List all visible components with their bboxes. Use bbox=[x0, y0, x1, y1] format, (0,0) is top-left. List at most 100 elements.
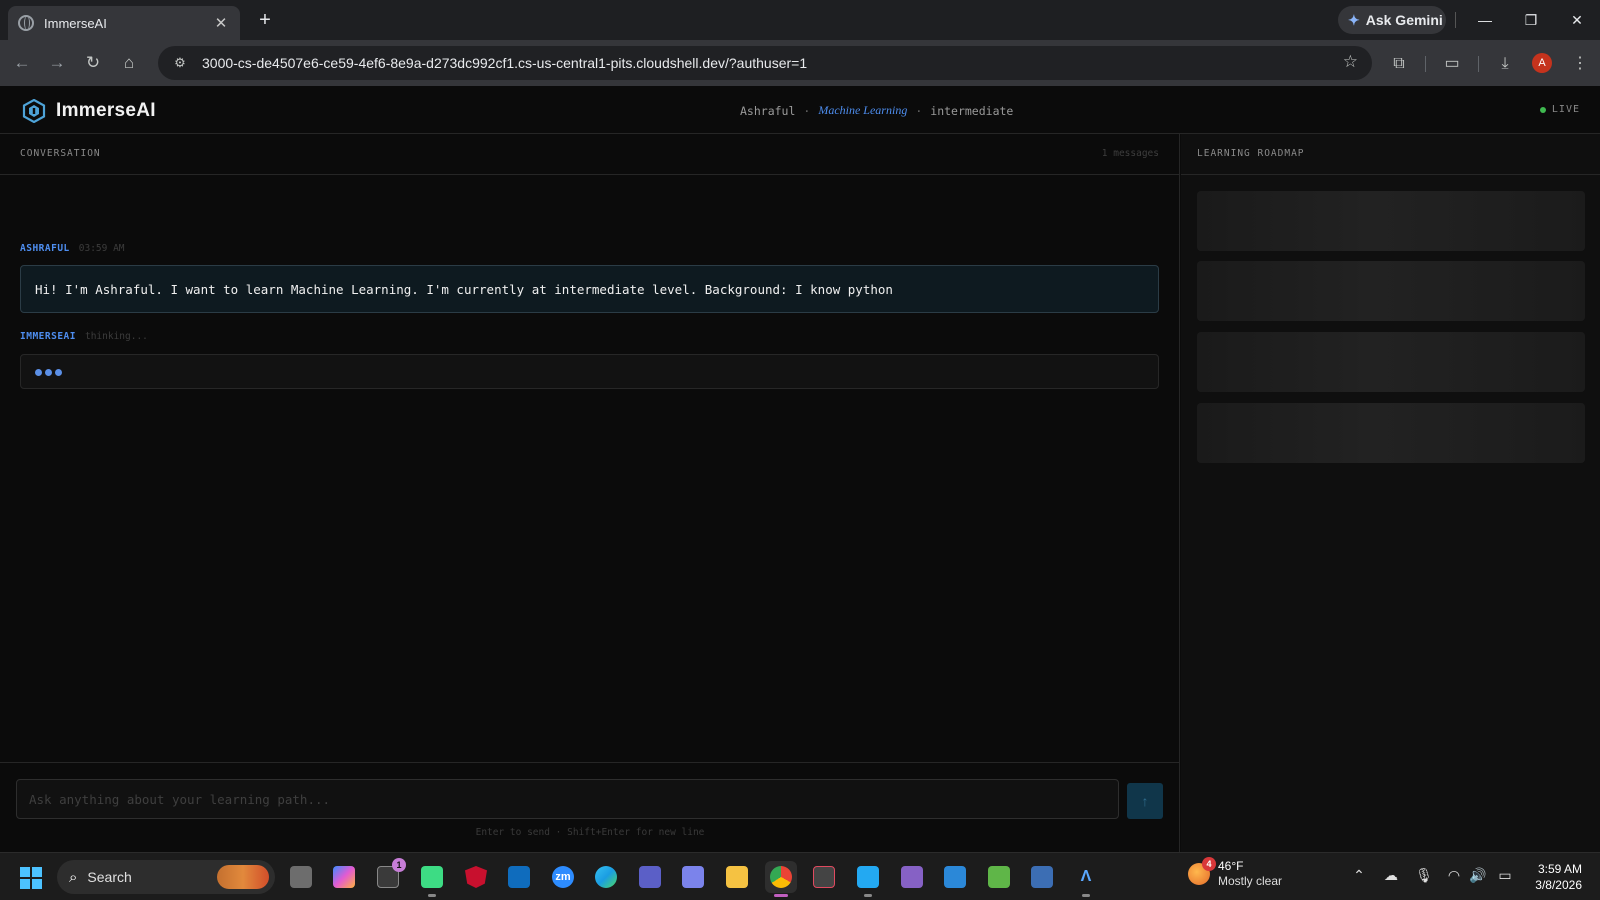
message-text: Hi! I'm Ashraful. I want to learn Machin… bbox=[35, 281, 893, 297]
user-message-bubble: Hi! I'm Ashraful. I want to learn Machin… bbox=[20, 265, 1159, 313]
clock-time: 3:59 AM bbox=[1537, 862, 1582, 876]
thinking-status: thinking... bbox=[84, 331, 148, 342]
profile-avatar[interactable]: A bbox=[1532, 53, 1552, 73]
windows-start-icon[interactable] bbox=[20, 867, 42, 889]
back-icon[interactable]: ← bbox=[9, 50, 35, 76]
extensions-icon[interactable]: ⧉ bbox=[1387, 52, 1411, 76]
system-clock[interactable]: 3:59 AM 3/8/2026 bbox=[1535, 861, 1582, 893]
roadmap-panel: LEARNING ROADMAP bbox=[1181, 134, 1600, 852]
zoom-icon[interactable]: zm bbox=[547, 861, 579, 893]
browser-toolbar: ← → ↻ ⌂ ⚙ 3000-cs-de4507e6-ce59-4ef6-8e9… bbox=[0, 40, 1600, 86]
separator: · bbox=[915, 103, 923, 118]
restore-icon[interactable]: ❐ bbox=[1516, 6, 1546, 34]
taskbar-search[interactable]: ⌕ Search bbox=[57, 860, 275, 894]
brand-logo[interactable]: ImmerseAI bbox=[22, 99, 156, 123]
roadmap-skeleton bbox=[1197, 261, 1585, 321]
reload-icon[interactable]: ↻ bbox=[80, 50, 106, 76]
bookmark-star-icon[interactable]: ☆ bbox=[1343, 52, 1358, 72]
globe-icon bbox=[18, 15, 34, 31]
live-label: LIVE bbox=[1551, 104, 1580, 115]
mcafee-icon[interactable] bbox=[460, 861, 492, 893]
outlook-icon[interactable] bbox=[503, 861, 535, 893]
browser-tabstrip: ImmerseAI ✕ + ✦ Ask Gemini — ❐ ✕ bbox=[0, 0, 1600, 40]
volume-icon[interactable]: 🔊 bbox=[1467, 867, 1489, 884]
network-tool-icon[interactable] bbox=[1026, 861, 1058, 893]
search-label: Search bbox=[87, 869, 132, 885]
search-icon: ⌕ bbox=[69, 868, 78, 886]
ask-gemini-button[interactable]: ✦ Ask Gemini bbox=[1338, 6, 1446, 34]
file-explorer-icon[interactable] bbox=[721, 861, 753, 893]
gemini-sparkle-icon: ✦ bbox=[1348, 11, 1360, 28]
store-icon[interactable]: 1 bbox=[372, 858, 406, 893]
message-meta: ASHRAFUL 03:59 AM bbox=[20, 243, 125, 254]
vscode-icon[interactable] bbox=[852, 861, 884, 897]
roadmap-skeleton bbox=[1197, 332, 1585, 392]
battery-icon[interactable]: ▭ bbox=[1494, 867, 1516, 884]
microphone-icon[interactable]: 🎙 bbox=[1413, 867, 1435, 884]
clock-date: 3/8/2026 bbox=[1535, 878, 1582, 892]
weather-badge: 4 bbox=[1202, 857, 1216, 871]
sender-name: IMMERSEAI bbox=[20, 331, 76, 342]
task-view-icon[interactable] bbox=[285, 861, 317, 893]
level-label: intermediate bbox=[930, 103, 1014, 118]
copilot-icon[interactable] bbox=[328, 861, 360, 893]
session-info: Ashraful · Machine Learning · intermedia… bbox=[740, 103, 1013, 118]
browser-tab[interactable]: ImmerseAI ✕ bbox=[8, 6, 240, 40]
divider bbox=[1425, 56, 1426, 72]
message-meta: IMMERSEAI thinking... bbox=[20, 331, 148, 342]
home-icon[interactable]: ⌂ bbox=[116, 50, 142, 76]
cast-search-icon[interactable]: ▭ bbox=[1440, 52, 1464, 76]
downloads-icon[interactable]: ⤓ bbox=[1493, 52, 1517, 76]
roadmap-skeleton bbox=[1197, 191, 1585, 251]
onedrive-cloud-icon[interactable]: ☁ bbox=[1380, 867, 1402, 884]
send-button[interactable]: ↑ bbox=[1127, 783, 1163, 819]
subject-label: Machine Learning bbox=[818, 103, 908, 117]
notepad-icon[interactable] bbox=[939, 861, 971, 893]
ask-gemini-label: Ask Gemini bbox=[1365, 12, 1443, 28]
snipping-tool-icon[interactable] bbox=[808, 861, 840, 893]
site-settings-icon[interactable]: ⚙ bbox=[166, 55, 194, 71]
minimize-icon[interactable]: — bbox=[1470, 6, 1500, 34]
brand-name: ImmerseAI bbox=[56, 100, 156, 121]
search-highlight-icon bbox=[217, 865, 269, 889]
url-text[interactable]: 3000-cs-de4507e6-ce59-4ef6-8e9a-d273dc99… bbox=[202, 55, 807, 71]
menu-kebab-icon[interactable]: ⋮ bbox=[1568, 52, 1592, 76]
spreadsheet-icon[interactable] bbox=[983, 861, 1015, 893]
android-app-icon[interactable] bbox=[416, 861, 448, 897]
teams-classic-icon[interactable] bbox=[677, 861, 709, 893]
app-header: ImmerseAI Ashraful · Machine Learning · … bbox=[0, 86, 1600, 134]
assistant-message-bubble bbox=[20, 354, 1159, 389]
message-time: 03:59 AM bbox=[78, 243, 125, 254]
conversation-header: CONVERSATION 1 messages bbox=[0, 134, 1179, 175]
teams-icon[interactable] bbox=[634, 861, 666, 893]
tab-title: ImmerseAI bbox=[44, 15, 107, 31]
live-status: LIVE bbox=[1539, 104, 1580, 115]
close-window-icon[interactable]: ✕ bbox=[1562, 6, 1592, 34]
message-input[interactable] bbox=[17, 780, 1118, 818]
divider bbox=[1478, 56, 1479, 72]
forward-icon[interactable]: → bbox=[44, 50, 70, 76]
conversation-panel: CONVERSATION 1 messages ASHRAFUL 03:59 A… bbox=[0, 134, 1180, 852]
address-bar[interactable]: ⚙ 3000-cs-de4507e6-ce59-4ef6-8e9a-d273dc… bbox=[158, 46, 1372, 80]
visual-studio-icon[interactable] bbox=[896, 861, 928, 893]
live-dot-icon bbox=[1539, 106, 1546, 113]
composer: ↑ Enter to send · Shift+Enter for new li… bbox=[0, 762, 1180, 852]
temperature: 46°F bbox=[1218, 859, 1244, 873]
wifi-icon[interactable]: ◠ bbox=[1443, 867, 1465, 884]
hexagon-logo-icon bbox=[22, 99, 46, 123]
chrome-icon[interactable] bbox=[765, 861, 797, 897]
taskbar: ⌕ Search 1 zm Λ 4 46°F Mostly clear ⌃ ☁ … bbox=[0, 852, 1600, 900]
close-tab-icon[interactable]: ✕ bbox=[212, 14, 230, 32]
edge-icon[interactable] bbox=[590, 861, 622, 893]
app-root: ImmerseAI Ashraful · Machine Learning · … bbox=[0, 86, 1600, 852]
message-input-wrapper[interactable] bbox=[16, 779, 1119, 819]
app-a-icon[interactable]: Λ bbox=[1070, 861, 1102, 897]
roadmap-skeleton bbox=[1197, 403, 1585, 463]
conversation-label: CONVERSATION bbox=[20, 148, 101, 159]
new-tab-button[interactable]: + bbox=[252, 7, 278, 33]
roadmap-label: LEARNING ROADMAP bbox=[1197, 148, 1305, 159]
composer-hint: Enter to send · Shift+Enter for new line bbox=[475, 827, 705, 838]
chevron-up-icon[interactable]: ⌃ bbox=[1348, 867, 1370, 884]
roadmap-header: LEARNING ROADMAP bbox=[1181, 134, 1600, 175]
weather-widget[interactable]: 4 46°F Mostly clear bbox=[1188, 857, 1282, 889]
